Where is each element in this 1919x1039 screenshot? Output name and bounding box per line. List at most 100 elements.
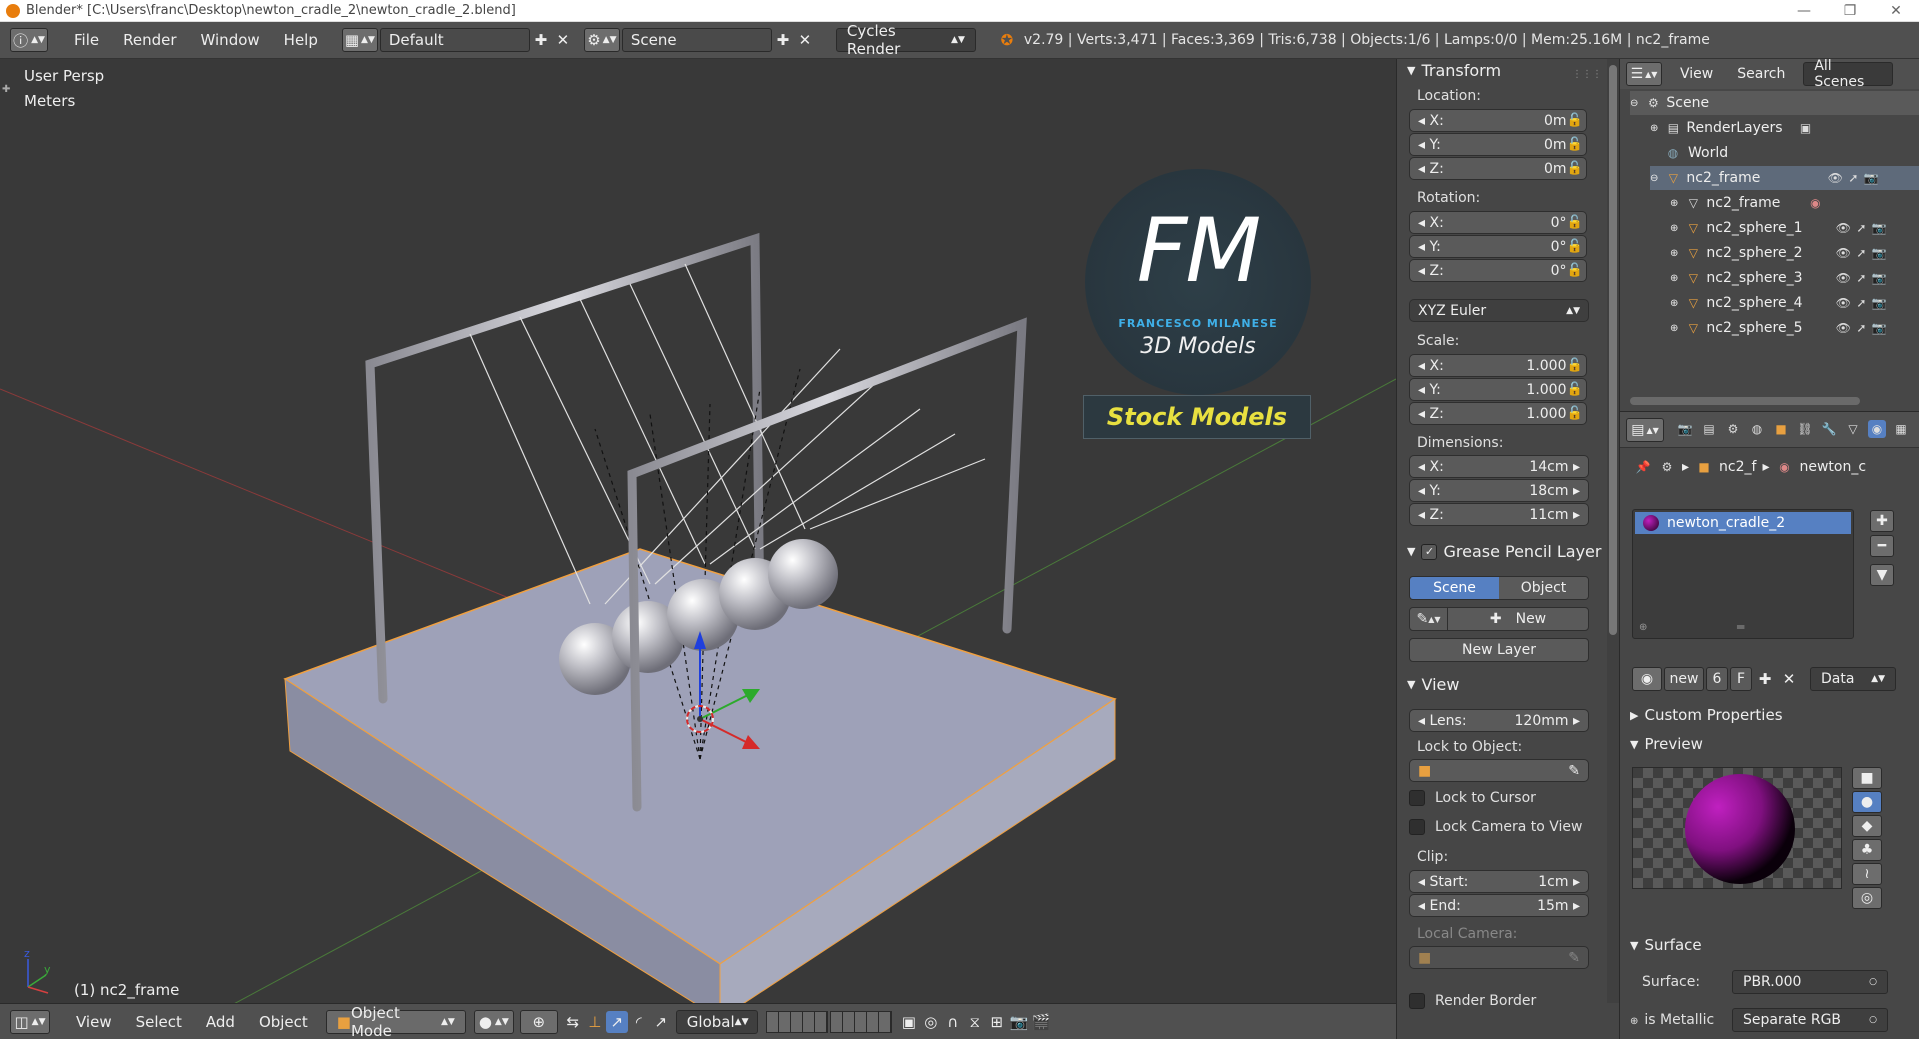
render-camera-icon[interactable]: 📷 bbox=[1870, 319, 1888, 337]
list-resize-grip-icon[interactable]: ═ bbox=[1737, 620, 1744, 634]
clip-end-field[interactable]: ◂ End: 15m ▸ bbox=[1409, 894, 1589, 917]
lock-location-x-icon[interactable]: 🔓 bbox=[1561, 109, 1589, 132]
data-tab-icon[interactable]: ▽ bbox=[1844, 420, 1862, 438]
surface-shader-select[interactable]: PBR.000 ○ bbox=[1732, 970, 1888, 994]
fake-user-toggle[interactable]: F bbox=[1730, 667, 1752, 691]
select-arrow-icon[interactable]: ➚ bbox=[1852, 244, 1870, 262]
scene-icon[interactable]: ⚙ ▲▼ bbox=[583, 28, 620, 52]
visibility-eye-icon[interactable]: 👁 bbox=[1834, 269, 1852, 287]
outliner-row-sphere-2[interactable]: ⊕ ▽ nc2_sphere_2 👁 ➚ 📷 bbox=[1670, 241, 1888, 265]
material-slot-list[interactable]: newton_cradle_2 ⊕ ═ bbox=[1632, 509, 1854, 639]
menu-add[interactable]: Add bbox=[194, 1013, 247, 1031]
close-button[interactable]: ✕ bbox=[1873, 0, 1919, 22]
render-camera-icon[interactable]: 📷 bbox=[1862, 169, 1880, 187]
select-arrow-icon[interactable]: ➚ bbox=[1852, 219, 1870, 237]
render-camera-icon[interactable]: 📷 bbox=[1870, 219, 1888, 237]
material-name-field[interactable]: new bbox=[1664, 667, 1704, 691]
add-material-icon[interactable]: ✚ bbox=[1754, 668, 1776, 690]
outliner-row-scene[interactable]: ⊖ ⚙ Scene bbox=[1630, 91, 1919, 115]
layer-group-2[interactable] bbox=[829, 1010, 892, 1033]
outliner-row-sphere-3[interactable]: ⊕ ▽ nc2_sphere_3 👁 ➚ 📷 bbox=[1670, 266, 1888, 290]
scene-tab-icon[interactable]: ⚙ bbox=[1724, 420, 1742, 438]
unlink-material-icon[interactable]: ✕ bbox=[1778, 668, 1800, 690]
new-grease-pencil-button[interactable]: ✚ New bbox=[1448, 608, 1588, 630]
dimensions-x-field[interactable]: ◂ X: 14cm ▸ bbox=[1409, 455, 1589, 478]
select-arrow-icon[interactable]: ➚ bbox=[1852, 294, 1870, 312]
menu-object[interactable]: Object bbox=[247, 1013, 320, 1031]
lock-rotation-y-icon[interactable]: 🔓 bbox=[1561, 235, 1589, 258]
material-tab-icon[interactable]: ◉ bbox=[1868, 420, 1886, 438]
lens-field[interactable]: ◂ Lens: 120mm ▸ bbox=[1409, 709, 1589, 732]
minimize-button[interactable]: — bbox=[1781, 0, 1827, 22]
scale-icon[interactable]: ◜ bbox=[628, 1011, 650, 1033]
outliner-menu-search[interactable]: Search bbox=[1725, 66, 1797, 82]
lock-scale-z-icon[interactable]: 🔓 bbox=[1561, 402, 1589, 425]
view-panel-header[interactable]: ▼ View bbox=[1407, 675, 1459, 694]
outliner-display-mode[interactable]: All Scenes bbox=[1803, 59, 1894, 90]
menu-select[interactable]: Select bbox=[124, 1013, 194, 1031]
metallic-input-select[interactable]: Separate RGB ○ bbox=[1732, 1008, 1888, 1032]
remove-scene-icon[interactable]: ✕ bbox=[794, 29, 816, 51]
snap-element-icon[interactable]: ⧖ bbox=[964, 1011, 986, 1033]
render-border-checkbox[interactable] bbox=[1409, 993, 1425, 1009]
texture-tab-icon[interactable]: ▦ bbox=[1892, 420, 1910, 438]
menu-window[interactable]: Window bbox=[189, 31, 272, 49]
render-camera-icon[interactable]: 📷 bbox=[1870, 269, 1888, 287]
lock-location-y-icon[interactable]: 🔓 bbox=[1561, 133, 1589, 156]
layers-lock-icon[interactable]: ▣ bbox=[898, 1011, 920, 1033]
lock-object-field[interactable]: ■ ✎ bbox=[1409, 759, 1589, 782]
tab-scene[interactable]: Scene bbox=[1410, 577, 1499, 599]
snap-icon[interactable]: ↗ bbox=[650, 1011, 672, 1033]
properties-scrollbar[interactable] bbox=[1607, 59, 1619, 1003]
eyedropper-icon[interactable]: ✎ bbox=[1568, 763, 1580, 779]
material-slot-item[interactable]: newton_cradle_2 bbox=[1635, 512, 1851, 534]
manipulator-toggle-icon[interactable]: ⇆ bbox=[562, 1011, 584, 1033]
lock-rotation-z-icon[interactable]: 🔓 bbox=[1561, 259, 1589, 282]
outliner-editor-type[interactable]: ☰ ▲▼ bbox=[1626, 62, 1662, 86]
clip-start-field[interactable]: ◂ Start: 1cm ▸ bbox=[1409, 870, 1589, 893]
outliner-menu-view[interactable]: View bbox=[1668, 66, 1725, 82]
preview-header[interactable]: ▼ Preview bbox=[1630, 735, 1703, 753]
screen-layout-icon[interactable]: ▦ ▲▼ bbox=[341, 28, 378, 52]
preview-hair-icon[interactable]: ≀ bbox=[1852, 863, 1882, 885]
orientation-select[interactable]: Global ▲▼ bbox=[675, 1009, 758, 1034]
outliner-row-nc2-frame-mesh[interactable]: ⊕ ▽ nc2_frame ◉ bbox=[1670, 191, 1824, 215]
lock-camera-checkbox[interactable] bbox=[1409, 819, 1425, 835]
constraints-tab-icon[interactable]: ⛓ bbox=[1796, 420, 1814, 438]
remove-screen-icon[interactable]: ✕ bbox=[552, 29, 574, 51]
3d-viewport[interactable]: User Persp Meters ✚ z y FM FRANCESCO MIL… bbox=[0, 59, 1396, 1003]
outliner-row-sphere-5[interactable]: ⊕ ▽ nc2_sphere_5 👁 ➚ 📷 bbox=[1670, 316, 1888, 340]
preview-flat-icon[interactable]: ■ bbox=[1852, 767, 1882, 789]
outliner-row-renderlayers[interactable]: ⊕ ▤ RenderLayers ▣ bbox=[1650, 116, 1815, 140]
lock-scale-y-icon[interactable]: 🔓 bbox=[1561, 378, 1589, 401]
rotation-mode-select[interactable]: XYZ Euler ▲▼ bbox=[1409, 299, 1589, 322]
material-link-select[interactable]: Data ▲▼ bbox=[1810, 667, 1896, 691]
modifiers-tab-icon[interactable]: 🔧 bbox=[1820, 420, 1838, 438]
add-screen-icon[interactable]: ✚ bbox=[530, 29, 552, 51]
viewport-editor-type[interactable]: ◫ ▲▼ bbox=[10, 1009, 50, 1034]
outliner-row-sphere-4[interactable]: ⊕ ▽ nc2_sphere_4 👁 ➚ 📷 bbox=[1670, 291, 1888, 315]
select-arrow-icon[interactable]: ➚ bbox=[1844, 169, 1862, 187]
preview-world-icon[interactable]: ◎ bbox=[1852, 887, 1882, 909]
visibility-eye-icon[interactable]: 👁 bbox=[1834, 219, 1852, 237]
lock-location-z-icon[interactable]: 🔓 bbox=[1561, 157, 1589, 180]
dimensions-y-field[interactable]: ◂ Y: 18cm ▸ bbox=[1409, 479, 1589, 502]
remove-slot-icon[interactable]: ━ bbox=[1870, 535, 1894, 557]
menu-render[interactable]: Render bbox=[111, 31, 188, 49]
visibility-eye-icon[interactable]: 👁 bbox=[1834, 244, 1852, 262]
menu-file[interactable]: File bbox=[62, 31, 111, 49]
panel-grip-icon[interactable]: ⋮⋮⋮ bbox=[1572, 69, 1602, 80]
render-camera-icon[interactable]: 📷 bbox=[1870, 244, 1888, 262]
transform-panel-header[interactable]: ▼ Transform bbox=[1407, 61, 1501, 80]
layer-buttons[interactable] bbox=[765, 1010, 892, 1033]
render-layers-tab-icon[interactable]: ▤ bbox=[1700, 420, 1718, 438]
visibility-eye-icon[interactable]: 👁 bbox=[1826, 169, 1844, 187]
surface-panel-header[interactable]: ▼ Surface bbox=[1630, 936, 1702, 954]
browse-material-icon[interactable]: ◉ bbox=[1632, 667, 1662, 691]
object-tab-icon[interactable]: ■ bbox=[1772, 420, 1790, 438]
select-arrow-icon[interactable]: ➚ bbox=[1852, 269, 1870, 287]
add-slot-icon[interactable]: ✚ bbox=[1870, 510, 1894, 532]
properties-editor-type[interactable]: ▤ ▲▼ bbox=[1626, 418, 1664, 442]
outliner-row-sphere-1[interactable]: ⊕ ▽ nc2_sphere_1 👁 ➚ 📷 bbox=[1670, 216, 1888, 240]
translate-icon[interactable]: ⊥ bbox=[584, 1011, 606, 1033]
